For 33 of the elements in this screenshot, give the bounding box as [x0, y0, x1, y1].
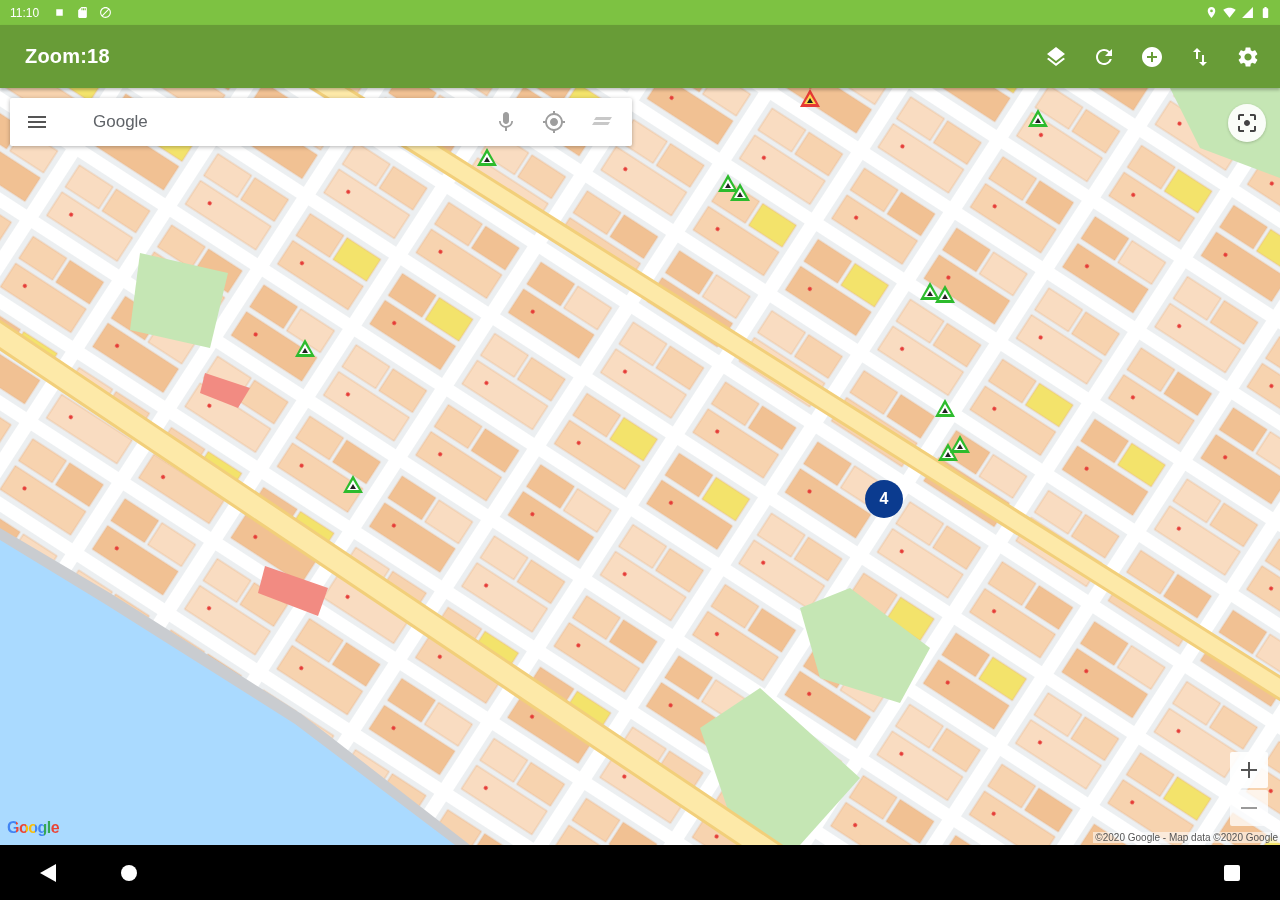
- warning-triangle-icon[interactable]: [295, 339, 315, 357]
- location-icon: [1205, 6, 1218, 19]
- focus-frame-icon: [1235, 111, 1259, 135]
- wifi-icon: [1223, 6, 1236, 19]
- search-field[interactable]: Google: [93, 107, 470, 137]
- warning-triangle-icon[interactable]: [718, 174, 738, 192]
- app-title: Zoom:18: [25, 45, 110, 68]
- warning-triangle-icon[interactable]: [730, 183, 750, 201]
- warning-triangle-icon[interactable]: [935, 285, 955, 303]
- add-icon[interactable]: [1140, 44, 1164, 69]
- building: [258, 566, 328, 616]
- building: [200, 373, 250, 408]
- signal-icon: [1241, 6, 1254, 19]
- minus-icon: [1241, 807, 1257, 809]
- crosshair-icon[interactable]: [542, 110, 566, 134]
- plus-icon: [1241, 762, 1257, 778]
- zoom-in-button[interactable]: [1230, 752, 1268, 788]
- status-time: 11:10: [10, 5, 40, 20]
- recents-icon[interactable]: [1224, 864, 1240, 881]
- sd-card-icon: [76, 6, 90, 19]
- blocked-icon: [99, 6, 113, 19]
- warning-triangle-icon[interactable]: [935, 399, 955, 417]
- search-bar[interactable]: Google: [10, 98, 632, 146]
- warning-triangle-icon[interactable]: [920, 282, 940, 300]
- settings-icon[interactable]: [1236, 44, 1260, 69]
- warning-triangle-icon[interactable]: [800, 89, 820, 107]
- home-icon[interactable]: [121, 864, 137, 881]
- warning-triangle-icon[interactable]: [950, 435, 970, 453]
- warning-triangle-icon[interactable]: [1028, 109, 1048, 127]
- warning-triangle-icon[interactable]: [477, 148, 497, 166]
- warning-triangle-icon[interactable]: [343, 475, 363, 493]
- map-attribution: ©2020 Google - Map data ©2020 Google: [1093, 832, 1280, 843]
- back-icon[interactable]: [40, 863, 56, 882]
